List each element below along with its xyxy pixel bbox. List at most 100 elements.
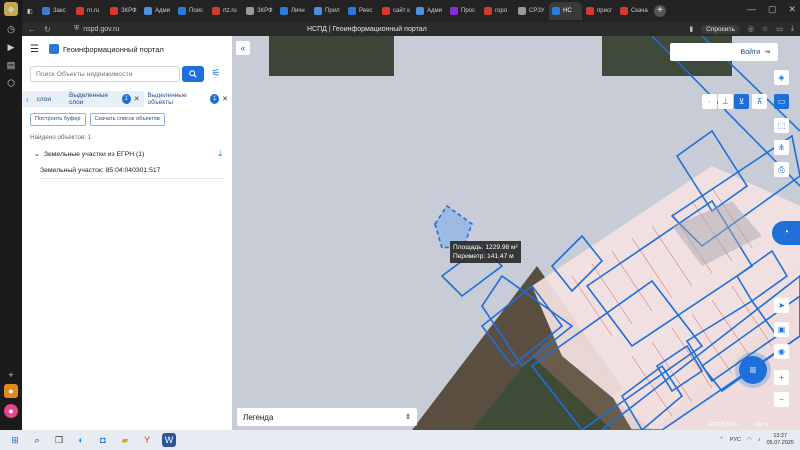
measure-line-icon[interactable]: ⊥ xyxy=(718,94,733,109)
browser-tab[interactable]: Реес xyxy=(345,2,378,20)
zoom-in-icon[interactable]: + xyxy=(774,370,789,385)
task-view-icon[interactable]: ❐ xyxy=(52,433,66,447)
close-icon[interactable]: ✕ xyxy=(788,4,796,15)
close-tab-icon[interactable]: ✕ xyxy=(222,95,228,103)
search-button[interactable] xyxy=(182,66,204,82)
side-widget-icon[interactable]: ◔ xyxy=(772,221,800,245)
scale-bar: 100 м xyxy=(754,422,769,428)
browser-tab[interactable]: Закс xyxy=(39,2,72,20)
legend-select[interactable]: Легенда ⇕ xyxy=(237,408,417,426)
browser-tab[interactable]: rn.ru xyxy=(73,2,106,20)
measure-radius-icon[interactable]: ⊼ xyxy=(752,94,767,109)
shield-icon[interactable]: ⬡ xyxy=(4,76,18,90)
select-area-icon[interactable]: ⬚ xyxy=(774,118,789,133)
outlook-icon[interactable]: ◘ xyxy=(96,433,110,447)
wifi-icon[interactable]: ◠ xyxy=(747,437,752,443)
back-arrow-icon[interactable]: ← xyxy=(28,25,36,34)
clock[interactable]: 13:27 05.07.2025 xyxy=(766,433,794,447)
browser-tab[interactable]: горо xyxy=(481,2,514,20)
search-icon[interactable]: ⌕ xyxy=(30,433,44,447)
windows-start-icon[interactable]: ⊞ xyxy=(8,433,22,447)
new-tab-button[interactable]: + xyxy=(654,5,666,17)
point-tool-icon[interactable]: · xyxy=(702,94,717,109)
browser-tab[interactable]: ЗКРФ xyxy=(107,2,140,20)
download-icon[interactable]: ⤓ xyxy=(218,149,222,159)
alice-icon[interactable]: ● xyxy=(4,404,18,418)
location-icon[interactable]: ◉ xyxy=(774,344,789,359)
tray-chevron-icon[interactable]: ⌃ xyxy=(719,437,724,443)
history-icon[interactable]: ◷ xyxy=(4,22,18,36)
language-indicator[interactable]: РУС xyxy=(730,437,741,443)
download-icon[interactable]: ⤓ xyxy=(791,25,794,33)
edge-icon[interactable]: ◐ xyxy=(74,433,88,447)
minimap-icon[interactable]: ▣ xyxy=(774,322,789,337)
map-view[interactable]: « Войти ⇥ ◈ · ⊥ ⊻ ⊼ ▭ ⬚ ⋔ ⎙ ◔ ➤ ▣ ◉ + − … xyxy=(232,36,800,430)
app-icon[interactable]: ● xyxy=(4,384,18,398)
browser-tab[interactable]: СРЗУ xyxy=(515,2,548,20)
browser-logo-icon[interactable]: ◆ xyxy=(4,2,18,16)
url-text: nspd.gov.ru xyxy=(83,25,120,33)
extension-icon[interactable]: ◎ xyxy=(748,25,754,33)
measure-area-icon[interactable]: ⊻ xyxy=(734,94,749,109)
search-input[interactable] xyxy=(30,66,180,82)
filter-settings-icon[interactable]: ⚟ xyxy=(208,66,224,82)
play-icon[interactable]: ▶ xyxy=(4,40,18,54)
url-field[interactable]: ⛨ nspd.gov.ru xyxy=(74,25,119,33)
add-panel-icon[interactable]: + xyxy=(4,368,18,382)
volume-icon[interactable]: ♪ xyxy=(758,437,761,443)
tab-favicon-icon xyxy=(552,7,560,15)
browser-tab[interactable]: ЗКРФ xyxy=(243,2,276,20)
minimize-icon[interactable]: — xyxy=(747,4,756,15)
menu-icon[interactable]: ▭ xyxy=(776,25,783,33)
build-buffer-button[interactable]: Построить буфер xyxy=(30,113,86,126)
tabs-left-chevron-icon[interactable]: ‹ xyxy=(22,95,33,104)
tab-bar: ◧ Закс rn.ru ЗКРФ Адми Поис rtz.ru ЗКРФ Личн При… xyxy=(22,0,800,22)
ask-button[interactable]: Спросить xyxy=(701,24,740,34)
chat-fab-icon[interactable]: ≡ xyxy=(739,356,767,384)
tab-favicon-icon xyxy=(178,7,186,15)
browser-tab[interactable]: Прил xyxy=(311,2,344,20)
bookmark-icon[interactable]: ▮ xyxy=(689,25,693,33)
ruler-icon[interactable]: ▭ xyxy=(774,94,789,109)
navigate-icon[interactable]: ➤ xyxy=(774,298,789,313)
zoom-out-icon[interactable]: − xyxy=(774,392,789,407)
browser-tab[interactable]: rtz.ru xyxy=(209,2,242,20)
browser-tab[interactable]: Адми xyxy=(141,2,174,20)
yandex-icon[interactable]: Y xyxy=(140,433,154,447)
close-tab-icon[interactable]: ✕ xyxy=(134,95,140,103)
explorer-icon[interactable]: ▰ xyxy=(118,433,132,447)
tab-selected-objects[interactable]: Выделенные объекты 1 ✕ xyxy=(143,91,232,107)
share-icon[interactable]: ⋔ xyxy=(774,140,789,155)
portal-title: Геоинформационный портал xyxy=(62,44,164,54)
tab-favicon-icon xyxy=(212,7,220,15)
star-icon[interactable]: ☆ xyxy=(762,25,768,33)
browser-sidebar: ◆ ◷ ▶ ▤ ⬡ + ● ● xyxy=(0,0,22,430)
browser-tab[interactable]: сайт к xyxy=(379,2,412,20)
browser-tab[interactable]: Личн xyxy=(277,2,310,20)
browser-tab[interactable]: НС xyxy=(549,2,582,20)
collapse-panel-icon[interactable]: « xyxy=(236,41,250,55)
reader-icon[interactable]: ▤ xyxy=(4,58,18,72)
print-icon[interactable]: ⎙ xyxy=(774,162,789,177)
browser-tab[interactable]: Прос xyxy=(447,2,480,20)
result-group[interactable]: ⌄ Земельные участки из ЕГРН (1) ⤓ xyxy=(34,149,222,159)
download-list-button[interactable]: Скачать список объектов xyxy=(89,113,165,126)
login-button[interactable]: Войти ⇥ xyxy=(670,43,778,61)
layers-icon[interactable]: ◈ xyxy=(774,70,789,85)
reload-icon[interactable]: ↻ xyxy=(44,25,51,34)
browser-tab[interactable]: Скача xyxy=(617,2,650,20)
tab-back-icon[interactable]: ◧ xyxy=(24,2,38,20)
browser-tab[interactable]: присг xyxy=(583,2,616,20)
browser-tab[interactable]: Адми xyxy=(413,2,446,20)
tab-favicon-icon xyxy=(518,7,526,15)
chevron-down-icon[interactable]: ⌄ xyxy=(34,150,40,158)
list-item[interactable]: Земельный участок: 85:04:040301:517 xyxy=(40,163,224,179)
hamburger-menu-icon[interactable]: ☰ xyxy=(30,44,39,55)
tab-layers[interactable]: слои xyxy=(33,91,55,107)
tab-selected-layers[interactable]: Выделенные слои 1 ✕ xyxy=(65,91,143,107)
maximize-icon[interactable]: ▢ xyxy=(768,4,777,15)
word-icon[interactable]: W xyxy=(162,433,176,447)
tab-favicon-icon xyxy=(416,7,424,15)
browser-page-title: НСПД | Геоинформационный портал xyxy=(307,25,427,33)
browser-tab[interactable]: Поис xyxy=(175,2,208,20)
